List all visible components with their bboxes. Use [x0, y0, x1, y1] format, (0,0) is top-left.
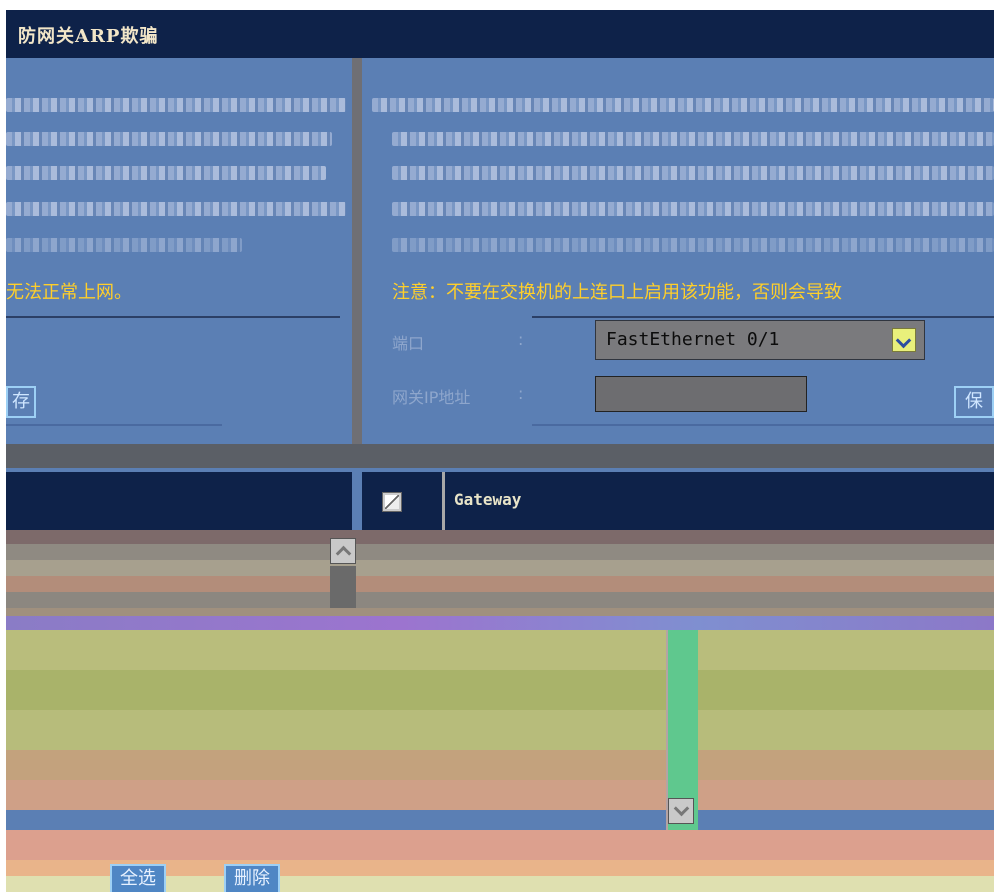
- garbled-description-line: [6, 132, 332, 146]
- table-header-left: [6, 472, 352, 530]
- garbled-description-line: [6, 202, 346, 216]
- gateway-ip-input[interactable]: [595, 376, 807, 412]
- gateway-ip-label: 网关IP地址: [392, 388, 471, 407]
- port-colon: :: [518, 330, 524, 349]
- select-all-checkbox[interactable]: [382, 492, 402, 512]
- port-label: 端口: [392, 334, 425, 353]
- port-select[interactable]: FastEthernet 0/1: [595, 320, 925, 360]
- divider-line: [532, 424, 994, 426]
- save-button-right[interactable]: 保: [954, 386, 994, 418]
- panel-separator: [352, 58, 362, 444]
- garbled-description-line: [6, 98, 346, 112]
- gateway-column-header: Gateway: [454, 490, 522, 509]
- save-button[interactable]: 存: [6, 386, 36, 418]
- table-header-right: Gateway: [362, 472, 994, 530]
- scroll-down-icon[interactable]: [668, 798, 694, 824]
- page-title: 防网关ARP欺骗: [18, 26, 159, 47]
- port-select-value: FastEthernet 0/1: [606, 329, 780, 350]
- warning-text: 无法正常上网。: [6, 282, 132, 303]
- divider-line: [6, 424, 222, 426]
- scrollbar-track[interactable]: [330, 566, 356, 608]
- section-divider: [6, 444, 994, 468]
- right-panel: 注意：不要在交换机的上连口上启用该功能，否则会导致 端口 : FastEther…: [362, 58, 994, 444]
- garbled-description-line: [392, 132, 994, 146]
- divider-line: [6, 316, 340, 318]
- scroll-up-icon[interactable]: [330, 538, 356, 564]
- garbled-description-line: [392, 238, 994, 252]
- garbled-table-area: [6, 630, 994, 810]
- garbled-description-line: [392, 166, 994, 180]
- delete-button[interactable]: 删除: [224, 864, 280, 892]
- garbled-description-line: [6, 238, 242, 252]
- title-bar: 防网关ARP欺骗: [6, 10, 994, 58]
- select-all-button[interactable]: 全选: [110, 864, 166, 892]
- divider-line: [532, 316, 994, 318]
- warning-text: 注意：不要在交换机的上连口上启用该功能，否则会导致: [392, 282, 842, 303]
- chevron-down-icon[interactable]: [892, 328, 916, 352]
- garbled-description-line: [392, 202, 994, 216]
- app-frame: 防网关ARP欺骗 无法正常上网。 存 注意：不要在交换机的上连口上启用该功能，否…: [6, 10, 994, 892]
- gateway-ip-colon: :: [518, 384, 524, 403]
- garbled-description-line: [372, 98, 994, 112]
- column-divider: [442, 472, 445, 530]
- left-panel: 无法正常上网。 存: [6, 58, 352, 444]
- table-body: [6, 530, 994, 630]
- garbled-description-line: [6, 166, 326, 180]
